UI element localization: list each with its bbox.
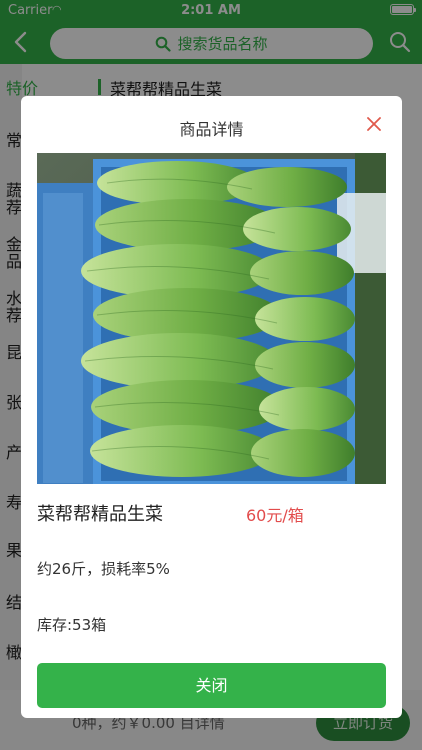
- modal-header: 商品详情: [21, 96, 402, 154]
- modal-title: 商品详情: [179, 120, 244, 139]
- close-icon: [367, 117, 381, 131]
- product-name: 菜帮帮精品生菜: [37, 504, 163, 525]
- product-price: 60元/箱: [246, 506, 304, 525]
- modal-close-button[interactable]: [364, 114, 384, 134]
- product-detail-modal: 商品详情 菜帮帮精品生菜 60元/箱 约26斤，损耗率5% 库存:53箱 关闭: [21, 96, 402, 718]
- product-spec: 约26斤，损耗率5%: [37, 560, 170, 578]
- product-stock: 库存:53箱: [37, 616, 107, 634]
- close-button[interactable]: 关闭: [37, 663, 386, 708]
- product-photo: [37, 153, 386, 484]
